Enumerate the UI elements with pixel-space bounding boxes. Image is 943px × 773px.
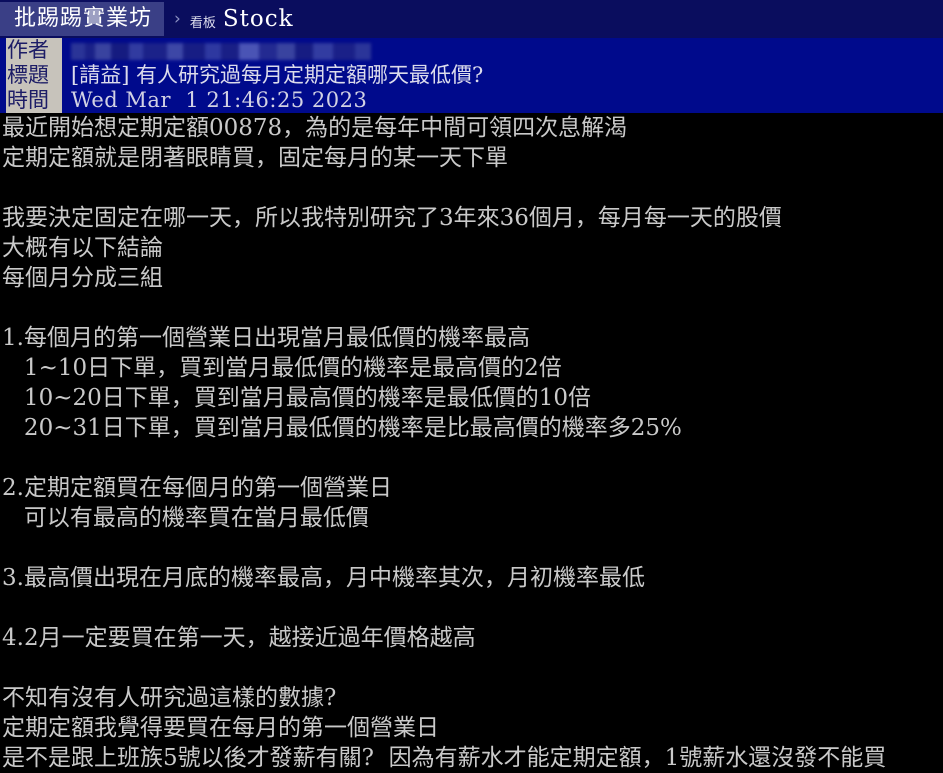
breadcrumb-separator-icon: › (174, 9, 181, 29)
post-text-line: 3.最高價出現在月底的機率最高，月中機率其次，月初機率最低 (2, 565, 645, 591)
meta-value-author-censored (71, 42, 371, 60)
post-text-line: 2.定期定額買在每個月的第一個營業日 (2, 475, 392, 501)
meta-value-time: Wed Mar 1 21:46:25 2023 (71, 88, 368, 112)
post-text-line: 不知有沒有人研究過這樣的數據? (2, 685, 337, 711)
meta-label-time: 時間 (6, 88, 62, 113)
post-text-line: 1~10日下單，買到當月最低價的機率是最高價的2倍 (2, 355, 562, 381)
post-text-line: 我要決定固定在哪一天，所以我特別研究了3年來36個月，每月每一天的股價 (2, 205, 782, 231)
post-text-line: 10~20日下單，買到當月最高價的機率是最低價的10倍 (2, 385, 592, 411)
breadcrumb-board-link[interactable]: Stock (223, 6, 294, 32)
meta-label-author: 作者 (6, 38, 62, 63)
meta-label-title: 標題 (6, 63, 62, 88)
breadcrumb-site-link[interactable]: 批踢踢實業坊 (0, 2, 165, 36)
board-prefix-label: 看板 (189, 15, 216, 31)
post-text-line: 1.每個月的第一個營業日出現當月最低價的機率最高 (2, 325, 530, 351)
meta-value-title: [請益] 有人研究過每月定期定額哪天最低價? (71, 63, 484, 87)
meta-row-title: 標題 [請益] 有人研究過每月定期定額哪天最低價? (0, 63, 943, 88)
post-text-line: 4.2月一定要買在第一天，越接近過年價格越高 (2, 625, 476, 651)
post-body-text: 最近開始想定期定額00878，為的是每年中間可領四次息解渴 定期定額就是閉著眼睛買… (0, 113, 943, 773)
post-text-line: 每個月分成三組 (2, 265, 163, 291)
post-text-line: 定期定額我覺得要買在每月的第一個營業日 (2, 715, 439, 741)
meta-row-author: 作者 (0, 38, 943, 63)
post-text-line: 定期定額就是閉著眼睛買，固定每月的某一天下單 (2, 145, 508, 171)
top-navigation-bar: 批踢踢實業坊 › 看板 Stock (0, 0, 943, 38)
post-text-line: 可以有最高的機率買在當月最低價 (2, 505, 369, 531)
post-text-line: 是不是跟上班族5號以後才發薪有關? 因為有薪水才能定期定額，1號薪水還沒發不能買 (2, 745, 887, 771)
meta-row-time: 時間 Wed Mar 1 21:46:25 2023 (0, 88, 943, 113)
post-text-line: 大概有以下結論 (2, 235, 163, 261)
site-name-label: 批踢踢實業坊 (14, 6, 153, 31)
post-meta-header: 作者 標題 [請益] 有人研究過每月定期定額哪天最低價? 時間 Wed Mar … (0, 38, 943, 113)
post-text-line: 20~31日下單，買到當月最低價的機率是比最高價的機率多25% (2, 415, 682, 441)
post-text-line: 最近開始想定期定額00878，為的是每年中間可領四次息解渴 (2, 115, 628, 141)
